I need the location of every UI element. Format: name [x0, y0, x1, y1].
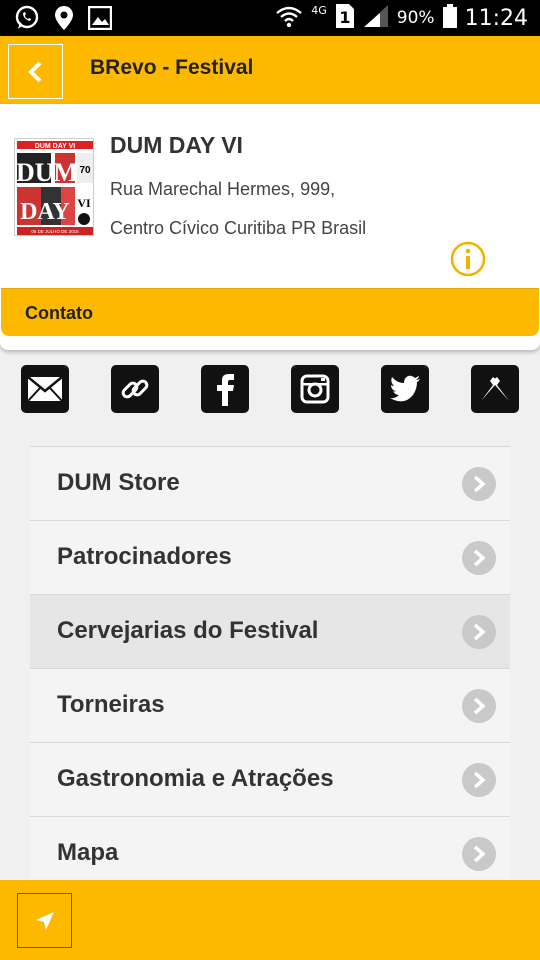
poster-roman: VI	[77, 196, 91, 210]
chevron-right-icon	[462, 837, 496, 871]
info-icon	[450, 241, 486, 277]
back-button[interactable]	[8, 44, 63, 99]
navigate-button[interactable]	[17, 893, 72, 948]
battery-percent: 90%	[396, 8, 435, 28]
network-type: 4G	[311, 3, 327, 17]
instagram-icon	[300, 374, 330, 404]
battery-icon	[442, 3, 457, 33]
event-address-line1: Rua Marechal Hermes, 999,	[110, 179, 336, 199]
menu-item-mapa[interactable]: Mapa	[30, 816, 510, 890]
menu-item-label: Patrocinadores	[57, 543, 232, 570]
facebook-button[interactable]	[201, 365, 249, 413]
menu-item-label: Mapa	[57, 839, 119, 866]
poster-top-text: DUM DAY VI	[35, 143, 76, 150]
menu-item-torneiras[interactable]: Torneiras	[30, 668, 510, 742]
twitter-icon	[390, 375, 420, 402]
menu-item-patrocinadores[interactable]: Patrocinadores	[30, 520, 510, 594]
poster-big-text-1: DUM	[16, 158, 78, 187]
instagram-button[interactable]	[291, 365, 339, 413]
info-button[interactable]	[450, 241, 486, 277]
sim-icon: 1	[335, 3, 355, 34]
chevron-right-icon	[462, 541, 496, 575]
menu-item-label: DUM Store	[57, 469, 180, 496]
untappd-button[interactable]	[471, 365, 519, 413]
sim-number: 1	[339, 8, 350, 27]
whatsapp-icon	[14, 5, 40, 36]
navigation-arrow-icon	[35, 911, 54, 930]
contact-bar[interactable]: Contato	[1, 288, 539, 336]
image-icon	[87, 5, 113, 35]
app-header: BRevo - Festival	[0, 36, 540, 104]
link-icon	[121, 379, 149, 399]
bottom-bar	[0, 880, 540, 960]
clock: 11:24	[464, 5, 528, 31]
menu-list: DUM Store Patrocinadores Cervejarias do …	[30, 446, 510, 890]
chevron-right-icon	[462, 763, 496, 797]
signal-icon	[363, 4, 389, 33]
event-name: DUM DAY VI	[110, 132, 243, 158]
chevron-left-icon	[27, 61, 41, 82]
menu-item-gastronomia[interactable]: Gastronomia e Atrações	[30, 742, 510, 816]
event-card: DUM DAY VI DUM 70 DAY VI 05 DE JULHO DE …	[0, 104, 540, 350]
chevron-right-icon	[462, 615, 496, 649]
untappd-icon	[481, 377, 509, 401]
menu-item-dum-store[interactable]: DUM Store	[30, 446, 510, 520]
poster-big-text-2: DAY	[20, 199, 70, 225]
facebook-icon	[217, 374, 234, 406]
poster-bottom-text: 05 DE JULHO DE 2015	[31, 229, 79, 234]
chevron-right-icon	[462, 689, 496, 723]
social-links	[21, 365, 521, 413]
menu-item-cervejarias[interactable]: Cervejarias do Festival	[30, 594, 510, 668]
email-icon	[27, 376, 63, 402]
poster-number: 70	[79, 165, 91, 176]
contact-label: Contato	[25, 303, 93, 323]
menu-item-label: Torneiras	[57, 691, 165, 718]
event-poster[interactable]: DUM DAY VI DUM 70 DAY VI 05 DE JULHO DE …	[14, 138, 94, 236]
email-button[interactable]	[21, 365, 69, 413]
twitter-button[interactable]	[381, 365, 429, 413]
chevron-right-icon	[462, 467, 496, 501]
wifi-icon	[275, 4, 303, 33]
menu-item-label: Gastronomia e Atrações	[57, 765, 334, 792]
status-bar: 4G 1 90% 11:24	[0, 0, 540, 36]
link-button[interactable]	[111, 365, 159, 413]
event-address-line2: Centro Cívico Curitiba PR Brasil	[110, 218, 367, 238]
page-title: BRevo - Festival	[90, 56, 254, 79]
location-icon	[54, 5, 74, 36]
menu-item-label: Cervejarias do Festival	[57, 617, 319, 644]
